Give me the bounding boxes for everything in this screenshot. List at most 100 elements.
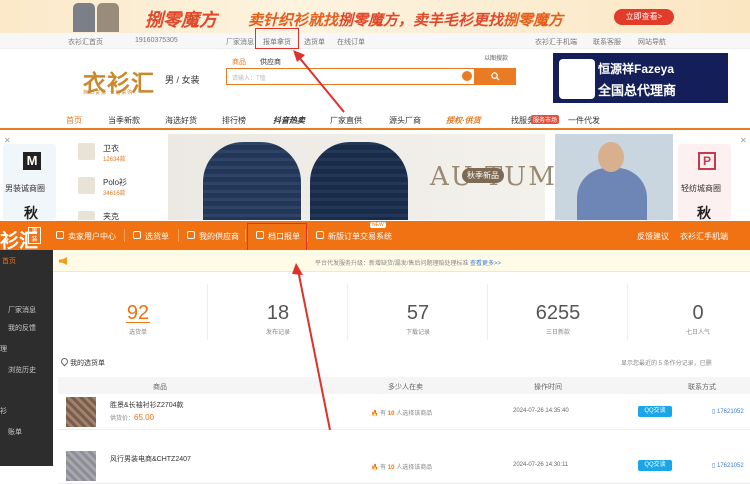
ad-title: 恒源祥Fazeya xyxy=(598,62,675,76)
topbar-item[interactable]: 厂家消息 xyxy=(226,37,254,47)
left-sidebar: 首页 厂家消息 我的反馈 理 浏览历史 衫 账单 xyxy=(0,250,53,466)
textile-circle-card[interactable]: P 轻纺城商圈 秋 xyxy=(678,144,731,220)
m-logo-icon: M xyxy=(23,152,41,170)
nav-my-suppliers[interactable]: 我的供应商 xyxy=(199,231,239,242)
main-nav: 首页 当季新款 海选好货 排行榜 抖音热卖 厂家直供 源头厂商 授权·供货 找服… xyxy=(0,111,750,130)
site-header: 衣衫汇 档口货源 一站采购 男 / 女装 商品 供应商 请输入：T恤 以图搜款 … xyxy=(0,49,750,111)
menswear-circle-card[interactable]: M 男装诚商圈 秋 xyxy=(3,144,56,220)
sidebar-item[interactable]: 衫 xyxy=(0,406,7,416)
stat-new-3day[interactable]: 6255 三日新款 xyxy=(488,272,628,352)
phone-number[interactable]: ▯ 17621052 xyxy=(712,408,744,415)
sidebar-item[interactable]: 理 xyxy=(0,344,7,354)
category-item[interactable]: Polo衫 34616款 xyxy=(72,174,167,198)
product-thumbnail[interactable] xyxy=(66,451,96,481)
phone-icon: ▯ xyxy=(712,409,716,415)
ad-subtitle: 全国总代理商 xyxy=(598,83,677,98)
mobile-app-link[interactable]: 衣衫汇手机端 xyxy=(680,231,728,242)
user-account[interactable]: 19160375305 xyxy=(135,37,178,44)
nav-item[interactable]: 一件代发 xyxy=(568,115,600,126)
stat-popularity-7day[interactable]: 0 七日人气 xyxy=(628,272,750,352)
product-name[interactable]: 胜景&长袖衬衫Z2704款 xyxy=(110,400,184,410)
stat-publish[interactable]: 18 发布记录 xyxy=(208,272,348,352)
nav-selection-list[interactable]: 选货单 xyxy=(145,231,169,242)
supplier-icon xyxy=(187,231,195,239)
seller-count: 🔥 有 10 人选择该商品 xyxy=(371,411,433,417)
season-label: 秋 xyxy=(697,205,711,220)
seller-center-link[interactable]: 卖家用户中心 xyxy=(68,231,116,242)
shirt-image xyxy=(310,142,408,220)
stat-selection[interactable]: 92 选货单 xyxy=(68,272,208,352)
promo-banner[interactable]: 捌零魔方 卖针织衫就找捌零魔方，卖羊毛衫更找捌零魔方 立即查看> xyxy=(0,0,750,33)
nav-item[interactable]: 排行榜 xyxy=(222,115,246,126)
product-thumbnail[interactable] xyxy=(66,397,96,427)
sweater-thumb xyxy=(97,3,119,32)
fire-icon: 🔥 xyxy=(371,411,379,417)
nav-item[interactable]: 当季新款 xyxy=(108,115,140,126)
sidebar-item[interactable]: 浏览历史 xyxy=(8,365,36,375)
annotation-box xyxy=(255,28,299,49)
tab-product[interactable]: 商品 xyxy=(232,59,246,66)
product-name[interactable]: 风行男装电商&CHTZ2407 xyxy=(110,454,191,464)
nav-item[interactable]: 海选好货 xyxy=(165,115,197,126)
search-button[interactable] xyxy=(475,68,516,85)
category-item[interactable]: 夹克 xyxy=(72,208,167,220)
banner-cta-button[interactable]: 立即查看> xyxy=(614,9,674,25)
brand-ad[interactable]: 恒源祥Fazeya 全国总代理商 xyxy=(553,53,728,103)
nav-home[interactable]: 首页 xyxy=(66,115,82,130)
speaker-icon xyxy=(59,257,67,265)
user-icon xyxy=(56,231,64,239)
stats-panel: 92 选货单 18 发布记录 57 下载记录 6255 三日新款 0 七日人气 xyxy=(53,272,750,352)
brand-logo-image xyxy=(559,59,595,99)
logo-badge: 男装 xyxy=(28,227,41,244)
support-link[interactable]: 联系客服 xyxy=(593,37,621,47)
polo-icon xyxy=(78,177,95,194)
nav-item[interactable]: 厂家直供 xyxy=(330,115,362,126)
banner-headline: 捌零魔方 xyxy=(145,10,217,31)
season-label: 秋 xyxy=(24,205,38,220)
tab-supplier[interactable]: 供应商 xyxy=(260,59,281,66)
hoodie-icon xyxy=(78,143,95,160)
nav-item[interactable]: 源头厂商 xyxy=(389,115,421,126)
mobile-link[interactable]: 衣衫汇手机端 xyxy=(535,37,577,47)
sidebar-item[interactable]: 厂家消息 xyxy=(8,305,36,315)
feedback-link[interactable]: 反馈建议 xyxy=(637,231,669,242)
list-title: 我的选货单 xyxy=(70,360,105,367)
card-label: 轻纺城商圈 xyxy=(681,184,721,193)
nav-item[interactable]: 授权·供货 xyxy=(446,115,481,126)
notice-bar: 平台代发服务升级：新增缺货/漏发/售后问题理赔处理标准 查看更多>> xyxy=(53,250,750,272)
nav-order-system[interactable]: 新版订单交易系统 xyxy=(328,231,392,242)
sidebar-item[interactable]: 我的反馈 xyxy=(8,323,36,333)
sidebar-item[interactable]: 账单 xyxy=(8,427,22,437)
list-hint: 显示您最近的 5 条作分记录，已删 xyxy=(621,361,712,367)
top-utility-bar: 衣衫汇首页 19160375305 厂家消息 报单拿货 选货单 在线订单 衣衫汇… xyxy=(0,33,750,49)
jacket-icon xyxy=(78,211,95,220)
close-icon[interactable]: ✕ xyxy=(740,136,747,145)
model-image[interactable] xyxy=(555,134,673,220)
sweater-thumb xyxy=(73,3,95,32)
search-input[interactable]: 请输入：T恤 xyxy=(226,68,475,85)
table-row[interactable]: 胜景&长袖衬衫Z2704款 供货价：65.00 🔥 有 10 人选择该商品 20… xyxy=(58,394,750,430)
table-header: 商品 多少人在卖 操作时间 联系方式 xyxy=(58,377,750,394)
logo-tagline: 档口货源 一站采购 xyxy=(83,90,134,96)
table-row[interactable]: 风行男装电商&CHTZ2407 🔥 有 10 人选择该商品 2024-07-26… xyxy=(58,448,750,484)
product-price: 供货价：65.00 xyxy=(110,413,155,422)
shirt-image xyxy=(203,142,301,220)
nav-item[interactable]: 抖音热卖 xyxy=(273,115,305,126)
stat-download[interactable]: 57 下载记录 xyxy=(348,272,488,352)
notice-more-link[interactable]: 查看更多>> xyxy=(470,261,501,267)
qq-chat-button[interactable]: QQ交谈 xyxy=(638,406,672,417)
image-search-link[interactable]: 以图搜款 xyxy=(484,53,508,62)
category-item[interactable]: 卫衣 12634款 xyxy=(72,140,167,164)
category-list: 卫衣 12634款 Polo衫 34616款 夹克 xyxy=(72,136,167,220)
search-icon xyxy=(491,72,500,81)
search-tabs: 商品 供应商 xyxy=(232,57,293,67)
site-nav-link[interactable]: 网站导航 xyxy=(638,37,666,47)
new-badge: NEW xyxy=(370,222,386,228)
topbar-item[interactable]: 在线订单 xyxy=(337,37,365,47)
camera-icon[interactable] xyxy=(462,71,472,81)
seller-center-bar: 衫汇 男装 卖家用户中心 选货单 我的供应商 档口报单 新版订单交易系统 反馈建… xyxy=(0,221,750,252)
topbar-item[interactable]: 选货单 xyxy=(304,37,325,47)
home-link[interactable]: 衣衫汇首页 xyxy=(68,37,103,47)
gender-switch[interactable]: 男 / 女装 xyxy=(165,73,200,86)
sidebar-item-home[interactable]: 首页 xyxy=(0,256,53,270)
